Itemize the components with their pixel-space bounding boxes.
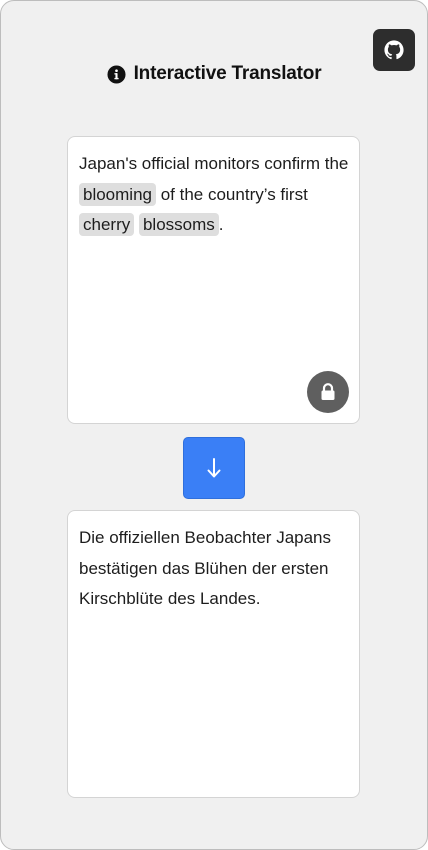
lock-button[interactable] <box>307 371 349 413</box>
translation-text: Die offiziellen Beobachter Japans bestät… <box>79 528 332 608</box>
header: Interactive Translator <box>1 63 427 85</box>
page-title: Interactive Translator <box>133 63 322 84</box>
source-text-panel[interactable]: Japan's official monitors confirm the bl… <box>67 136 360 424</box>
source-text: Japan's official monitors confirm the bl… <box>68 137 359 241</box>
translate-button[interactable] <box>183 437 245 499</box>
github-icon <box>384 40 404 60</box>
arrow-down-icon <box>206 457 222 479</box>
info-circle-icon <box>107 64 126 84</box>
lock-icon <box>320 383 336 401</box>
source-text-segment: Japan's official monitors confirm the <box>79 154 349 173</box>
source-text-segment: of the country’s first <box>156 184 308 204</box>
translation-output-panel: Die offiziellen Beobachter Japans bestät… <box>67 510 360 798</box>
source-text-segment: . <box>218 215 224 234</box>
word-chip[interactable]: blossoms <box>138 213 219 236</box>
app-frame: Interactive Translator Japan's official … <box>0 0 428 850</box>
word-chip[interactable]: cherry <box>79 213 135 236</box>
word-chip[interactable]: blooming <box>79 182 156 206</box>
